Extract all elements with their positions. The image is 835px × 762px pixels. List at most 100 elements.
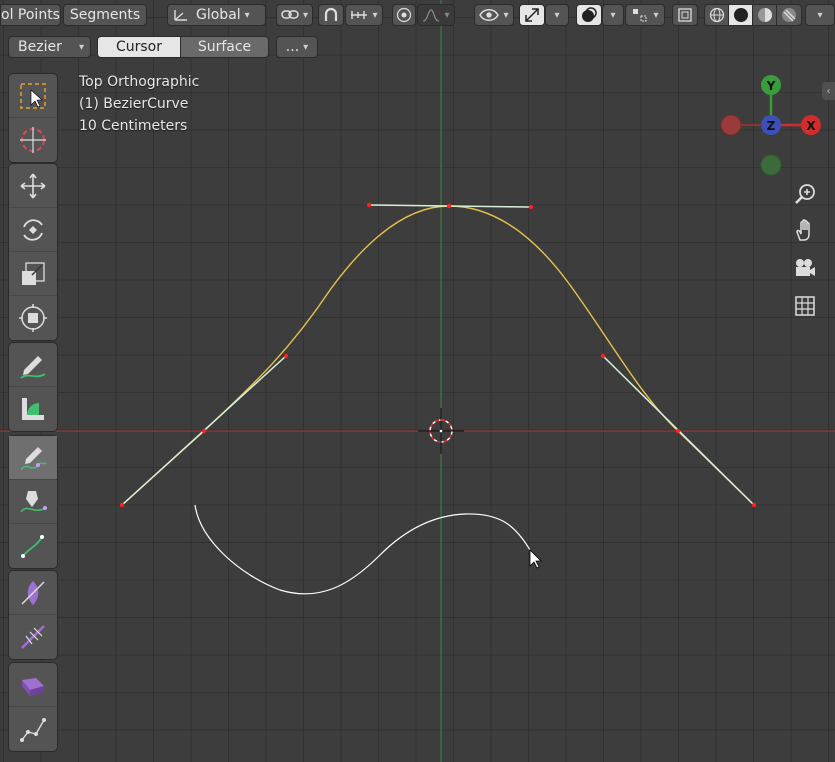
- zoom-icon: [795, 184, 815, 204]
- x-axis-label: X: [806, 119, 816, 133]
- vertex-randomize-tool[interactable]: [9, 707, 57, 751]
- tab-surface[interactable]: Surface: [180, 36, 269, 58]
- chevron-down-icon: ▾: [653, 9, 659, 21]
- toolbox-curve-radius: [8, 570, 58, 660]
- annotate-tool[interactable]: [9, 343, 57, 387]
- control-point[interactable]: [528, 204, 534, 210]
- transform-icon: [19, 304, 47, 332]
- toolbox-transform: [8, 163, 58, 341]
- extrude-icon: [22, 677, 44, 696]
- perspective-toggle-button[interactable]: [791, 292, 819, 320]
- control-points-tab[interactable]: ol Points: [0, 4, 61, 26]
- snap-increment-icon: [351, 11, 368, 19]
- transform-tool[interactable]: [9, 296, 57, 340]
- visibility-dropdown[interactable]: ▾: [474, 4, 514, 26]
- chevron-down-icon: ▾: [372, 9, 378, 21]
- cursor-tool[interactable]: [9, 118, 57, 162]
- 3d-cursor-icon[interactable]: [418, 408, 464, 454]
- chevron-down-icon: ▾: [503, 9, 509, 21]
- tab-cursor[interactable]: Cursor: [97, 36, 181, 58]
- sidebar-toggle[interactable]: ‹: [822, 82, 835, 100]
- scale-icon: [22, 261, 45, 285]
- chevron-down-icon: ▾: [610, 9, 616, 21]
- gizmo-toggle[interactable]: [519, 4, 545, 26]
- chevron-down-icon: ▾: [444, 9, 450, 21]
- grid-icon: [795, 296, 815, 316]
- randomize-tool[interactable]: [9, 615, 57, 659]
- radius-tool[interactable]: [9, 571, 57, 615]
- annotate-icon: [20, 355, 46, 379]
- move-icon: [20, 173, 46, 198]
- camera-icon: [796, 259, 815, 276]
- control-point[interactable]: [283, 353, 289, 359]
- zoom-button[interactable]: [791, 180, 819, 208]
- toolbox-curve: [8, 435, 58, 569]
- magnet-icon: [324, 7, 338, 21]
- pivot-point-dropdown[interactable]: ▾: [276, 4, 313, 26]
- extrude-tool[interactable]: [9, 663, 57, 707]
- control-point[interactable]: [366, 202, 372, 208]
- chevron-down-icon: ▾: [78, 41, 84, 53]
- shading-options-dropdown[interactable]: ▾: [805, 4, 835, 26]
- measure-tool[interactable]: [9, 387, 57, 431]
- curve-pen-icon: [20, 490, 47, 512]
- snap-toggle[interactable]: [318, 4, 344, 26]
- rotate-icon: [23, 218, 43, 241]
- more-options-dropdown[interactable]: ... ▾: [276, 36, 318, 58]
- randomize-icon: [21, 625, 45, 649]
- object-name-label: (1) BezierCurve: [79, 96, 189, 112]
- link-icon: [281, 10, 299, 19]
- toolbox-annotate: [8, 342, 58, 432]
- curve-pen-tool[interactable]: [9, 480, 57, 524]
- proportional-falloff-dropdown[interactable]: ▾: [417, 4, 455, 26]
- curve-type-dropdown[interactable]: Bezier ▾: [8, 36, 91, 58]
- solid-shading-button[interactable]: [728, 4, 754, 26]
- tilt-tool[interactable]: [9, 524, 57, 568]
- proportional-edit-toggle[interactable]: [392, 4, 416, 26]
- toolbox-select-cursor: [8, 73, 58, 163]
- gizmo-dropdown[interactable]: ▾: [545, 4, 569, 26]
- control-point[interactable]: [119, 502, 125, 508]
- overlays-toggle[interactable]: [576, 4, 602, 26]
- segments-tab[interactable]: Segments: [63, 4, 147, 26]
- draw-stroke: [194, 504, 531, 595]
- navigation-gizmo[interactable]: Y X Z: [715, 70, 830, 185]
- select-box-tool[interactable]: [9, 74, 57, 118]
- hand-icon: [796, 219, 810, 241]
- rendered-shading-button[interactable]: [776, 4, 802, 26]
- edit-overlays-icon: [633, 9, 647, 22]
- mesh-edit-overlays-dropdown[interactable]: ▾: [625, 4, 665, 26]
- overlays-dropdown[interactable]: ▾: [602, 4, 624, 26]
- chevron-down-icon: ▾: [303, 41, 309, 53]
- pan-button[interactable]: [791, 216, 819, 244]
- material-shading-button[interactable]: [752, 4, 778, 26]
- transform-orientation-dropdown[interactable]: Global ▾: [167, 4, 266, 26]
- camera-view-button[interactable]: [791, 254, 819, 282]
- scale-tool[interactable]: [9, 252, 57, 296]
- snap-target-dropdown[interactable]: ▾: [345, 4, 383, 26]
- mouse-pointer-icon: [529, 549, 542, 569]
- control-point[interactable]: [600, 353, 606, 359]
- eye-icon: [479, 9, 500, 21]
- control-point[interactable]: [675, 428, 681, 434]
- chevron-down-icon: ▾: [302, 9, 309, 21]
- control-point[interactable]: [201, 428, 207, 434]
- rotate-tool[interactable]: [9, 208, 57, 252]
- move-tool[interactable]: [9, 164, 57, 208]
- chevron-down-icon: ▾: [817, 9, 823, 21]
- rendered-sphere-icon: [782, 8, 796, 22]
- control-point[interactable]: [446, 203, 452, 209]
- xray-toggle[interactable]: [672, 4, 698, 26]
- wireframe-shading-button[interactable]: [704, 4, 730, 26]
- solid-sphere-icon: [734, 8, 748, 22]
- curve-draw-tool[interactable]: [9, 436, 57, 480]
- cursor-icon: [20, 127, 46, 153]
- measure-icon: [22, 398, 44, 420]
- proportional-edit-icon: [396, 7, 412, 23]
- xray-icon: [678, 8, 692, 22]
- view-name-label: Top Orthographic: [79, 74, 200, 90]
- control-point[interactable]: [751, 502, 757, 508]
- bezier-curve[interactable]: [121, 205, 755, 506]
- viewport-scene[interactable]: [0, 0, 835, 762]
- gizmo-icon: [525, 8, 539, 22]
